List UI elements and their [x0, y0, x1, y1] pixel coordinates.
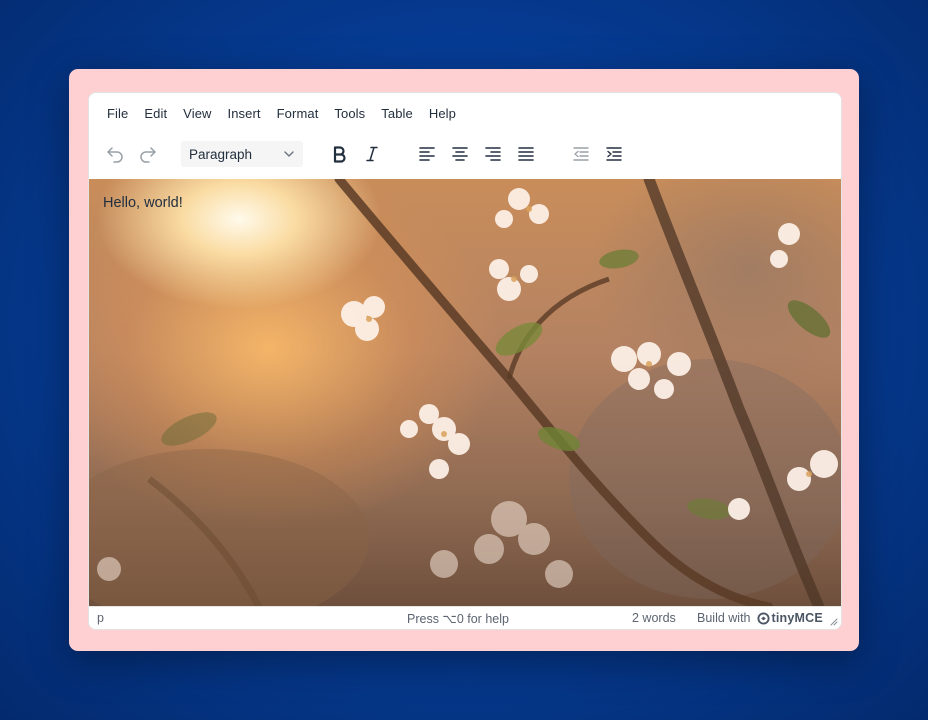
resize-handle-icon[interactable] — [829, 617, 838, 626]
italic-icon — [366, 146, 378, 162]
align-left-icon — [419, 147, 435, 161]
align-center-icon — [452, 147, 468, 161]
menu-help[interactable]: Help — [421, 102, 464, 125]
statusbar: p Press ⌥0 for help 2 words Build with t… — [89, 606, 841, 629]
outdent-button[interactable] — [567, 140, 595, 168]
align-left-button[interactable] — [413, 140, 441, 168]
bold-icon — [333, 146, 346, 163]
editor-frame: File Edit View Insert Format Tools Table… — [69, 69, 859, 651]
tinymce-editor: File Edit View Insert Format Tools Table… — [88, 92, 842, 630]
word-count[interactable]: 2 words — [632, 611, 676, 625]
menu-format[interactable]: Format — [269, 102, 327, 125]
redo-icon — [140, 147, 156, 163]
block-format-value: Paragraph — [189, 146, 253, 162]
chevron-down-icon — [284, 151, 294, 157]
help-hint: Press ⌥0 for help — [407, 611, 509, 626]
align-right-button[interactable] — [479, 140, 507, 168]
branding-prefix: Build with — [697, 611, 751, 625]
undo-icon — [107, 147, 123, 163]
outdent-icon — [573, 147, 589, 161]
menubar: File Edit View Insert Format Tools Table… — [89, 93, 841, 133]
cherry-blossom-background-image — [89, 179, 841, 607]
align-right-icon — [485, 147, 501, 161]
menu-view[interactable]: View — [175, 102, 219, 125]
redo-button[interactable] — [134, 140, 162, 168]
menu-insert[interactable]: Insert — [220, 102, 269, 125]
content-paragraph[interactable]: Hello, world! — [103, 195, 183, 211]
indent-icon — [606, 147, 622, 161]
menu-file[interactable]: File — [99, 102, 136, 125]
align-justify-button[interactable] — [512, 140, 540, 168]
menu-tools[interactable]: Tools — [326, 102, 373, 125]
menu-table[interactable]: Table — [373, 102, 421, 125]
tinymce-logo-icon — [756, 611, 770, 625]
italic-button[interactable] — [358, 140, 386, 168]
undo-button[interactable] — [101, 140, 129, 168]
element-path[interactable]: p — [97, 611, 104, 625]
align-justify-icon — [518, 147, 534, 161]
branding-name: tinyMCE — [771, 611, 823, 625]
menu-edit[interactable]: Edit — [136, 102, 175, 125]
branding-link[interactable]: Build with tinyMCE — [697, 611, 823, 625]
align-center-button[interactable] — [446, 140, 474, 168]
toolbar: Paragraph — [89, 133, 841, 175]
indent-button[interactable] — [600, 140, 628, 168]
bold-button[interactable] — [325, 140, 353, 168]
editor-content-area[interactable]: Hello, world! — [89, 179, 841, 607]
block-format-select[interactable]: Paragraph — [181, 141, 303, 167]
